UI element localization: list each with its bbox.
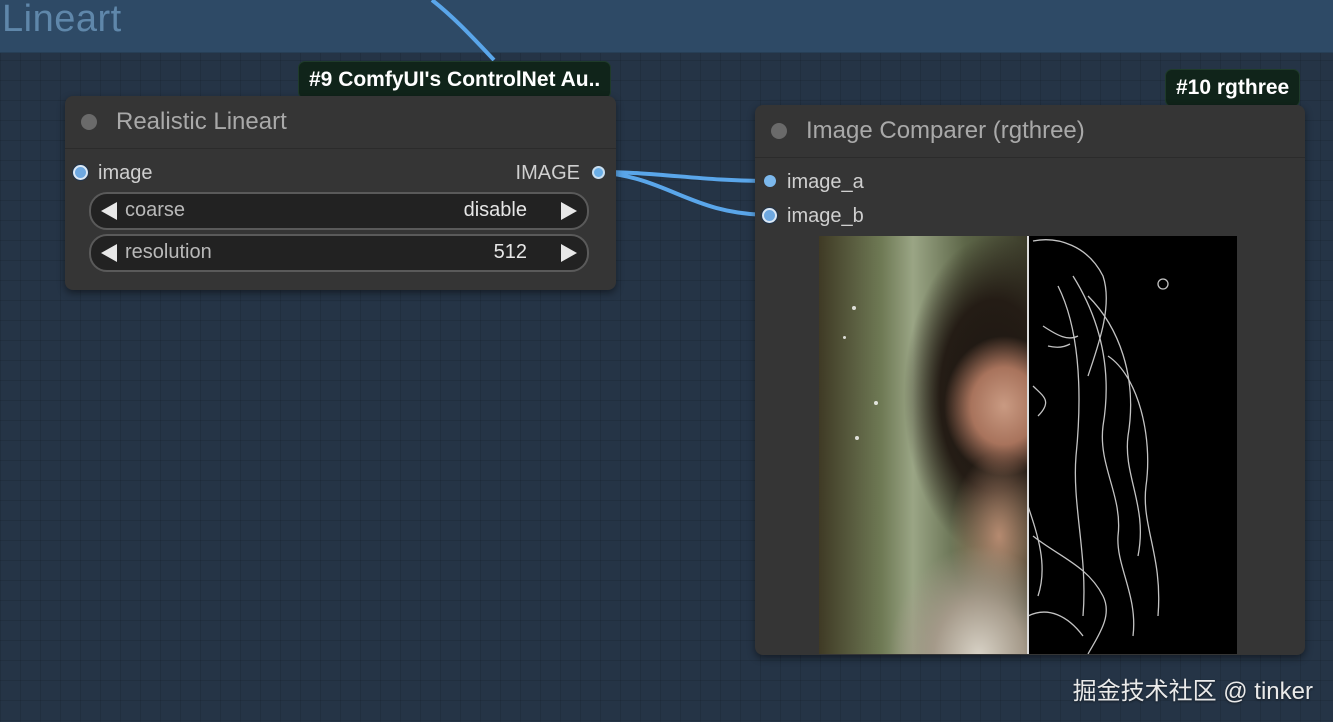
input-connector-icon[interactable]: [764, 175, 776, 187]
node-id-badge: #10 rgthree: [1165, 69, 1301, 107]
output-connector-icon[interactable]: [592, 166, 605, 179]
compare-slider-handle[interactable]: [1027, 236, 1029, 654]
widget-value: 512: [493, 241, 527, 263]
collapse-dot-icon[interactable]: [771, 123, 787, 139]
input-slot-image-b[interactable]: image_b: [755, 203, 1055, 229]
increment-arrow-icon[interactable]: [561, 244, 577, 262]
input-connector-icon[interactable]: [762, 208, 777, 223]
node-header[interactable]: Image Comparer (rgthree): [755, 105, 1305, 158]
light-particle: [852, 306, 856, 310]
widget-label: coarse: [125, 199, 186, 221]
watermark: 掘金技术社区 @ tinker: [1072, 678, 1313, 705]
link-image-to-image-a: [597, 170, 770, 183]
coarse-combo[interactable]: coarse disable: [89, 192, 589, 230]
image-a-photo: [819, 236, 1028, 654]
group-header[interactable]: Lineart: [0, 0, 1333, 53]
node-title: Image Comparer (rgthree): [806, 117, 1085, 144]
image-b-lineart: [1027, 236, 1237, 654]
decrement-arrow-icon[interactable]: [101, 202, 117, 220]
node-header[interactable]: Realistic Lineart: [65, 96, 616, 149]
input-label: image_b: [787, 205, 864, 227]
input-slot-image-a[interactable]: image_a: [755, 169, 1055, 195]
increment-arrow-icon[interactable]: [561, 202, 577, 220]
lineart-strokes: [1027, 239, 1169, 654]
node-id-badge: #9 ComfyUI's ControlNet Au..: [298, 61, 612, 99]
widget-label: resolution: [125, 241, 212, 263]
image-compare-preview[interactable]: [819, 236, 1237, 654]
link-image-to-image-b: [597, 170, 770, 217]
group-title: Lineart: [2, 0, 122, 40]
input-connector-icon[interactable]: [73, 165, 88, 180]
output-label: IMAGE: [515, 162, 580, 184]
widget-value: disable: [463, 199, 527, 221]
decrement-arrow-icon[interactable]: [101, 244, 117, 262]
input-label: image_a: [787, 171, 864, 193]
node-title: Realistic Lineart: [116, 108, 287, 135]
resolution-number[interactable]: resolution 512: [89, 234, 589, 272]
light-particle: [843, 336, 846, 339]
light-particle: [855, 436, 859, 440]
collapse-dot-icon[interactable]: [81, 114, 97, 130]
input-label: image: [98, 162, 153, 184]
input-slot-image[interactable]: image IMAGE: [65, 160, 616, 186]
light-particle: [874, 401, 878, 405]
realistic-lineart-node[interactable]: Realistic Lineart image IMAGE coarse dis…: [65, 96, 616, 290]
